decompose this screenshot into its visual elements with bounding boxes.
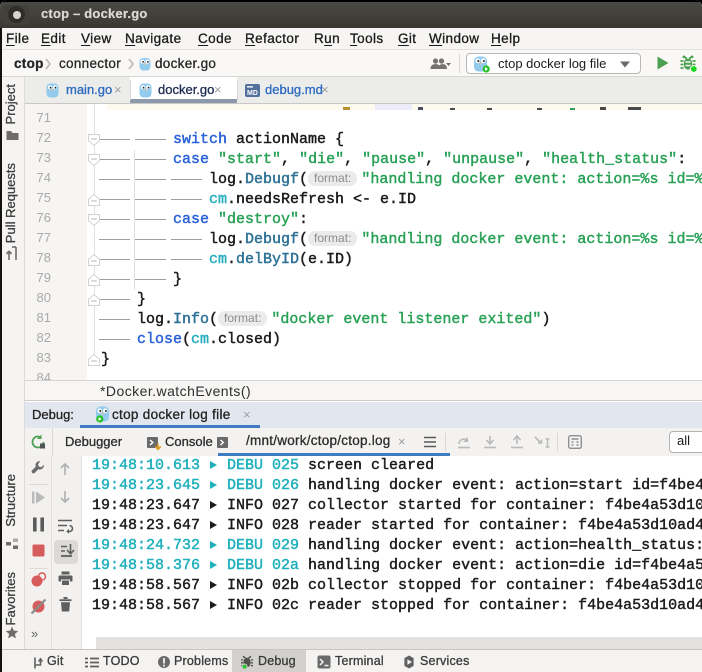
svg-text:MD: MD	[247, 90, 258, 97]
